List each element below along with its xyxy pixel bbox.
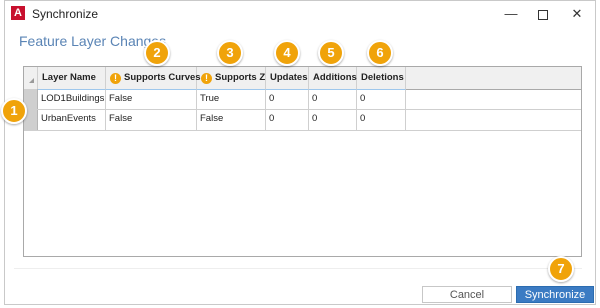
callout-badge-4: 4: [274, 40, 300, 66]
page-title: Feature Layer Changes: [19, 33, 167, 49]
column-header-deletions[interactable]: Deletions: [357, 67, 406, 89]
callout-badge-6: 6: [367, 40, 393, 66]
minimize-icon: —: [504, 6, 518, 21]
column-header-label: Updates: [270, 72, 308, 83]
column-header-additions[interactable]: Additions: [309, 67, 357, 89]
column-header-supports-z[interactable]: ! Supports Z: [197, 67, 266, 89]
title-bar: A Synchronize — ✕: [5, 1, 595, 26]
warning-icon: !: [201, 73, 212, 84]
cell-deletions[interactable]: 0: [357, 89, 406, 109]
maximize-button[interactable]: [527, 1, 559, 26]
synchronize-button[interactable]: Synchronize: [516, 286, 594, 303]
autodesk-logo-icon: A: [11, 6, 25, 20]
callout-badge-3: 3: [217, 40, 243, 66]
callout-badge-2: 2: [144, 40, 170, 66]
cell-updates[interactable]: 0: [266, 110, 309, 130]
callout-badge-1: 1: [1, 98, 27, 124]
select-all-corner[interactable]: [24, 67, 38, 89]
window-title: Synchronize: [32, 7, 99, 21]
footer-divider: [14, 268, 582, 269]
warning-icon: !: [110, 73, 121, 84]
grid-header: Layer Name ! Supports Curves ! Supports Z …: [24, 67, 581, 90]
cell-supports-z[interactable]: False: [197, 110, 266, 130]
column-header-label: Additions: [313, 72, 357, 83]
callout-badge-7: 7: [548, 256, 574, 282]
column-header-label: Supports Curves: [124, 72, 201, 83]
close-icon: ✕: [571, 6, 583, 21]
cell-layer-name[interactable]: UrbanEvents: [38, 110, 106, 130]
table-row[interactable]: UrbanEvents False False 0 0 0: [24, 110, 581, 131]
minimize-button[interactable]: —: [495, 1, 527, 26]
cell-supports-curves[interactable]: False: [106, 110, 197, 130]
cell-additions[interactable]: 0: [309, 110, 357, 130]
column-header-layer-name[interactable]: Layer Name: [38, 67, 106, 89]
maximize-icon: [538, 9, 548, 20]
cell-updates[interactable]: 0: [266, 89, 309, 109]
cell-deletions[interactable]: 0: [357, 110, 406, 130]
callout-badge-5: 5: [318, 40, 344, 66]
column-header-label: Supports Z: [215, 72, 266, 83]
cell-additions[interactable]: 0: [309, 89, 357, 109]
column-header-supports-curves[interactable]: ! Supports Curves: [106, 67, 201, 89]
table-row[interactable]: LOD1Buildings False True 0 0 0: [24, 89, 581, 110]
column-header-label: Deletions: [361, 72, 404, 83]
cancel-button[interactable]: Cancel: [422, 286, 512, 303]
cell-layer-name[interactable]: LOD1Buildings: [38, 89, 106, 109]
cell-supports-z[interactable]: True: [197, 89, 266, 109]
cell-supports-curves[interactable]: False: [106, 89, 197, 109]
column-header-updates[interactable]: Updates: [266, 67, 309, 89]
feature-layer-grid[interactable]: Layer Name ! Supports Curves ! Supports Z …: [23, 66, 582, 257]
column-header-label: Layer Name: [42, 72, 96, 83]
corner-triangle-icon: [29, 78, 34, 83]
close-button[interactable]: ✕: [561, 1, 593, 26]
